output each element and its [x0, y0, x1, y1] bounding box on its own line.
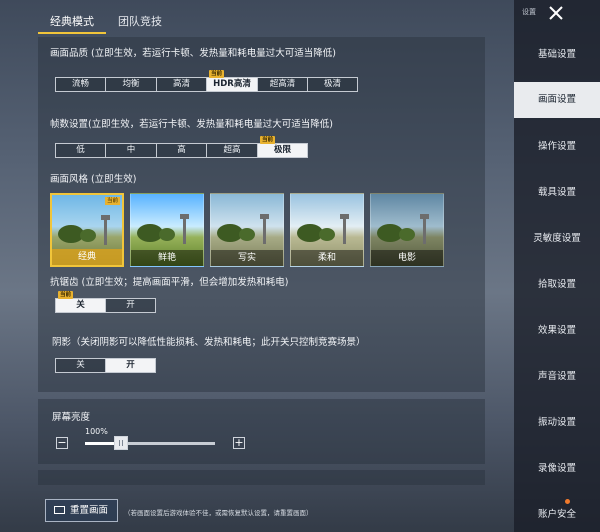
current-badge: 当前 — [209, 70, 225, 78]
tab-team-deathmatch[interactable]: 团队竞技 — [106, 10, 174, 34]
sidebar-item[interactable]: 录像设置 — [514, 454, 600, 484]
mode-tabs: 经典模式 团队竞技 — [38, 10, 174, 34]
sidebar-item[interactable]: 振动设置 — [514, 408, 600, 438]
thumbnail-scenery — [104, 217, 107, 245]
thumbnail-scenery — [180, 214, 189, 219]
quality-option[interactable]: 流畅 — [55, 77, 106, 92]
current-badge: 当前 — [260, 136, 276, 144]
reset-hint: （若画面设置后游戏体验不佳，或需恢复默认设置，请重置画面） — [124, 509, 313, 517]
style-label: 鲜艳 — [131, 250, 203, 266]
thumbnail-scenery — [399, 228, 415, 241]
fps-option[interactable]: 高 — [156, 143, 207, 158]
sidebar-item[interactable]: 账户安全 — [514, 500, 600, 530]
thumbnail-scenery — [340, 214, 349, 219]
current-badge: 当前 — [58, 291, 74, 299]
shadow-option[interactable]: 开 — [105, 358, 156, 373]
thumbnail-scenery — [239, 228, 255, 241]
quality-option[interactable]: HDR高清 当前 — [206, 70, 258, 92]
antialias-title: 抗锯齿 (立即生效；提高画面平滑，但会增加发热和耗电) — [50, 277, 289, 288]
thumbnail-scenery — [80, 229, 96, 242]
shadow-toggle: 关开 — [55, 358, 156, 373]
style-thumbnail[interactable]: 经典 当前 — [50, 193, 124, 267]
style-label: 经典 — [52, 249, 122, 265]
quality-title: 画面品质 (立即生效，若运行卡顿、发热量和耗电量过大可适当降低) — [50, 48, 336, 59]
sidebar-item[interactable]: 拾取设置 — [514, 270, 600, 300]
sidebar-item[interactable]: 效果设置 — [514, 316, 600, 346]
quality-option[interactable]: 极清 — [307, 77, 358, 92]
sidebar-item[interactable]: 载具设置 — [514, 178, 600, 208]
close-icon[interactable] — [545, 2, 567, 24]
settings-title: 设置 — [522, 8, 536, 16]
shadow-title: 阴影（关闭阴影可以降低性能损耗、发热和耗电；此开关只控制竞赛场景） — [52, 337, 366, 348]
brightness-panel: 屏幕亮度 100% − + — [38, 399, 485, 464]
style-thumbnail[interactable]: 柔和 — [290, 193, 364, 267]
brightness-increase-button[interactable]: + — [233, 437, 245, 449]
sidebar-item[interactable]: 灵敏度设置 — [514, 224, 600, 254]
quality-option[interactable]: 均衡 — [105, 77, 157, 92]
antialias-option[interactable]: 开 — [105, 298, 156, 313]
reset-graphics-label: 重置画面 — [70, 505, 109, 516]
style-thumbnail[interactable]: 电影 — [370, 193, 444, 267]
shadow-option[interactable]: 关 — [55, 358, 106, 373]
style-label: 写实 — [211, 250, 283, 266]
notification-dot — [565, 499, 570, 504]
thumbnail-scenery — [319, 228, 335, 241]
thumbnail-scenery — [159, 228, 175, 241]
thumbnail-scenery — [420, 214, 429, 219]
thumbnail-scenery — [260, 214, 269, 219]
sidebar-item[interactable]: 基础设置 — [514, 40, 600, 70]
style-thumbnail[interactable]: 鲜艳 — [130, 193, 204, 267]
style-title: 画面风格 (立即生效) — [50, 174, 137, 185]
style-label: 电影 — [371, 250, 443, 266]
screen-icon — [54, 506, 65, 514]
fps-option[interactable]: 极限 当前 — [257, 136, 308, 158]
thumbnail-scenery — [101, 215, 110, 220]
brightness-slider-track[interactable] — [85, 442, 215, 445]
graphics-settings-screen: 经典模式 团队竞技 画面品质 (立即生效，若运行卡顿、发热量和耗电量过大可适当降… — [0, 0, 600, 532]
brightness-title: 屏幕亮度 — [52, 412, 91, 423]
sidebar-item[interactable]: 操作设置 — [514, 132, 600, 162]
style-thumbnail[interactable]: 写实 — [210, 193, 284, 267]
style-label: 柔和 — [291, 250, 363, 266]
brightness-slider-handle[interactable] — [114, 436, 129, 450]
thumbnail-scenery — [343, 216, 346, 244]
thumbnail-scenery — [423, 216, 426, 244]
settings-sidebar: 设置 基础设置画面设置操作设置载具设置灵敏度设置拾取设置效果设置声音设置振动设置… — [514, 0, 600, 532]
graphics-panel: 画面品质 (立即生效，若运行卡顿、发热量和耗电量过大可适当降低) 流畅 均衡 高清 H… — [38, 37, 485, 392]
quality-option[interactable]: 高清 — [156, 77, 207, 92]
thumbnail-scenery — [263, 216, 266, 244]
quality-selector: 流畅 均衡 高清 HDR高清 当前 超高清 极清 — [55, 70, 358, 92]
fps-selector: 低中高超高 极限 当前 — [55, 136, 308, 158]
thumbnail-scenery — [183, 216, 186, 244]
reset-graphics-button[interactable]: 重置画面 — [45, 499, 118, 522]
style-thumbnails: 经典 当前鲜艳 写实 柔和 电影 — [50, 193, 450, 267]
fps-title: 帧数设置(立即生效，若运行卡顿、发热量和耗电量过大可适当降低) — [50, 119, 333, 130]
sidebar-item[interactable]: 声音设置 — [514, 362, 600, 392]
brightness-value: 100% — [85, 427, 108, 436]
current-badge: 当前 — [104, 197, 120, 205]
sidebar-item[interactable]: 画面设置 — [514, 82, 600, 118]
next-setting-panel — [38, 470, 485, 485]
antialias-option[interactable]: 关当前 — [55, 291, 106, 313]
fps-option[interactable]: 低 — [55, 143, 106, 158]
fps-option[interactable]: 中 — [105, 143, 157, 158]
brightness-decrease-button[interactable]: − — [56, 437, 68, 449]
quality-option[interactable]: 超高清 — [257, 77, 308, 92]
tab-classic-mode[interactable]: 经典模式 — [38, 10, 106, 34]
fps-option[interactable]: 超高 — [206, 143, 258, 158]
antialias-toggle: 关当前开 — [55, 291, 156, 313]
